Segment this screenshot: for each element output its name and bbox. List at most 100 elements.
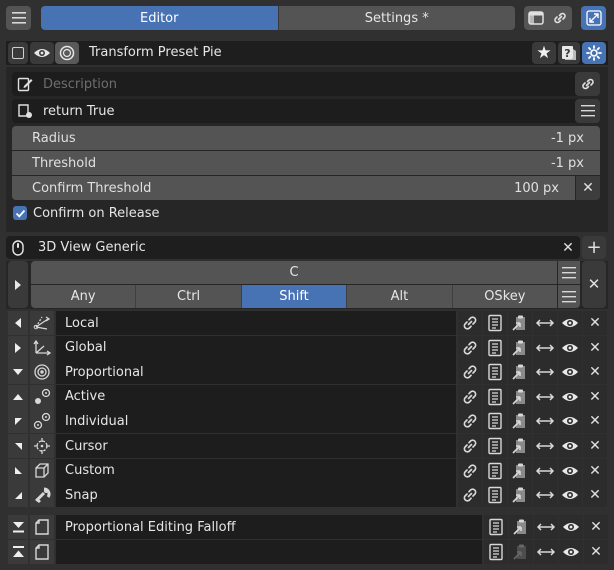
local-axes-button[interactable] bbox=[30, 311, 54, 335]
document-button[interactable] bbox=[483, 409, 507, 434]
help-button[interactable]: ? bbox=[558, 42, 580, 64]
eye-button[interactable] bbox=[559, 539, 583, 564]
document-button[interactable] bbox=[483, 384, 507, 409]
clipboard-button[interactable] bbox=[508, 483, 532, 508]
swap-arrows-button[interactable] bbox=[533, 360, 557, 385]
keymap-clear-button[interactable]: ✕ bbox=[557, 237, 579, 258]
swap-arrows-button[interactable] bbox=[533, 483, 557, 508]
document-button[interactable] bbox=[483, 311, 507, 335]
snap-magnet-button[interactable] bbox=[30, 483, 54, 508]
swap-arrows-button[interactable] bbox=[533, 311, 557, 335]
clipboard-button[interactable] bbox=[508, 458, 532, 483]
pie-item-label[interactable]: Active bbox=[56, 384, 456, 409]
settings-button[interactable] bbox=[582, 42, 606, 64]
close-button[interactable]: ✕ bbox=[583, 458, 607, 483]
up-left-arrow-button[interactable] bbox=[8, 409, 28, 434]
link-button[interactable] bbox=[458, 335, 482, 360]
poll-field[interactable]: return True bbox=[12, 99, 600, 123]
link-button[interactable] bbox=[458, 311, 482, 335]
proportional-button[interactable] bbox=[30, 360, 54, 385]
close-button[interactable]: ✕ bbox=[583, 409, 607, 434]
down-left-arrow-button[interactable] bbox=[8, 458, 28, 483]
clipboard-button[interactable] bbox=[509, 539, 533, 564]
menu-button[interactable] bbox=[30, 515, 54, 539]
link-button[interactable] bbox=[458, 434, 482, 458]
cursor-button[interactable] bbox=[30, 434, 54, 458]
modifier-ctrl[interactable]: Ctrl bbox=[136, 285, 242, 308]
pie-item-label[interactable]: Custom bbox=[56, 458, 456, 483]
modifier-oskey[interactable]: OSkey bbox=[452, 285, 557, 308]
tab-editor[interactable]: Editor bbox=[41, 6, 278, 30]
document-button[interactable] bbox=[484, 515, 508, 539]
document-button[interactable] bbox=[483, 483, 507, 508]
item-checkbox[interactable] bbox=[8, 42, 28, 64]
clipboard-button[interactable] bbox=[508, 311, 532, 335]
close-button[interactable]: ✕ bbox=[583, 483, 607, 508]
link-button[interactable] bbox=[458, 483, 482, 508]
tab-settings[interactable]: Settings * bbox=[277, 6, 515, 30]
up-arrow-button[interactable] bbox=[8, 384, 28, 409]
down-right-arrow-button[interactable] bbox=[8, 483, 28, 508]
modifier-any[interactable]: Any bbox=[31, 285, 137, 308]
document-button[interactable] bbox=[483, 360, 507, 385]
eye-button[interactable] bbox=[558, 434, 582, 458]
close-button[interactable]: ✕ bbox=[583, 335, 607, 360]
left-arrow-button[interactable] bbox=[8, 311, 28, 335]
item-name[interactable]: Transform Preset Pie bbox=[89, 45, 222, 60]
individual-origins-button[interactable] bbox=[30, 409, 54, 434]
eye-button[interactable] bbox=[558, 311, 582, 335]
swap-arrows-button[interactable] bbox=[533, 409, 557, 434]
pie-item-label[interactable]: Proportional Editing Falloff bbox=[56, 515, 482, 539]
swap-arrows-button[interactable] bbox=[533, 434, 557, 458]
clipboard-button[interactable] bbox=[508, 434, 532, 458]
confirm-threshold-reset-button[interactable]: ✕ bbox=[576, 176, 600, 200]
up-right-arrow-button[interactable] bbox=[8, 434, 28, 458]
clipboard-button[interactable] bbox=[508, 409, 532, 434]
eye-button[interactable] bbox=[558, 360, 582, 385]
close-button[interactable]: ✕ bbox=[583, 311, 607, 335]
pie-item-label[interactable]: Individual bbox=[56, 409, 456, 434]
document-button[interactable] bbox=[483, 434, 507, 458]
poll-menu-button[interactable] bbox=[575, 99, 600, 123]
clipboard-button[interactable] bbox=[509, 515, 533, 539]
swap-arrows-button[interactable] bbox=[534, 515, 558, 539]
down-arrow-button[interactable] bbox=[8, 360, 28, 385]
close-button[interactable]: ✕ bbox=[583, 434, 607, 458]
pie-item-label[interactable] bbox=[56, 539, 482, 564]
window-icon[interactable] bbox=[528, 11, 544, 25]
global-axes-button[interactable] bbox=[30, 335, 54, 360]
menu-button[interactable] bbox=[6, 6, 31, 30]
swap-arrows-button[interactable] bbox=[534, 539, 558, 564]
hotkey-menu-button-1[interactable] bbox=[558, 261, 580, 284]
radius-slider[interactable]: Radius -1 px bbox=[12, 126, 600, 150]
close-button[interactable]: ✕ bbox=[583, 360, 607, 385]
confirm-on-release-label[interactable]: Confirm on Release bbox=[33, 206, 160, 221]
menu-button[interactable] bbox=[30, 539, 54, 564]
eye-button[interactable] bbox=[558, 458, 582, 483]
link-button[interactable] bbox=[458, 409, 482, 434]
document-button[interactable] bbox=[483, 335, 507, 360]
pie-item-label[interactable]: Snap bbox=[56, 483, 456, 508]
top-button[interactable] bbox=[8, 539, 28, 564]
swap-arrows-button[interactable] bbox=[533, 335, 557, 360]
clipboard-button[interactable] bbox=[508, 384, 532, 409]
hotkey-menu-button-2[interactable] bbox=[558, 285, 580, 308]
hotkey-key-button[interactable]: C bbox=[31, 261, 557, 284]
favorite-button[interactable]: ★ bbox=[532, 42, 556, 64]
expand-hotkey-button[interactable] bbox=[8, 261, 28, 308]
eye-button[interactable] bbox=[558, 384, 582, 409]
eye-button[interactable] bbox=[559, 515, 583, 539]
visibility-button[interactable] bbox=[30, 42, 54, 64]
confirm-on-release-checkbox[interactable] bbox=[13, 206, 27, 220]
description-field[interactable]: Description bbox=[12, 72, 600, 96]
link-button[interactable] bbox=[458, 384, 482, 409]
link-button[interactable] bbox=[458, 360, 482, 385]
hotkey-remove-button[interactable]: ✕ bbox=[582, 261, 606, 308]
custom-button[interactable] bbox=[30, 458, 54, 483]
link-icon[interactable] bbox=[552, 10, 568, 26]
active-pivot-button[interactable] bbox=[30, 384, 54, 409]
eye-button[interactable] bbox=[558, 335, 582, 360]
add-keymap-button[interactable]: + bbox=[582, 236, 606, 259]
pie-item-label[interactable]: Cursor bbox=[56, 434, 456, 458]
eye-button[interactable] bbox=[558, 409, 582, 434]
